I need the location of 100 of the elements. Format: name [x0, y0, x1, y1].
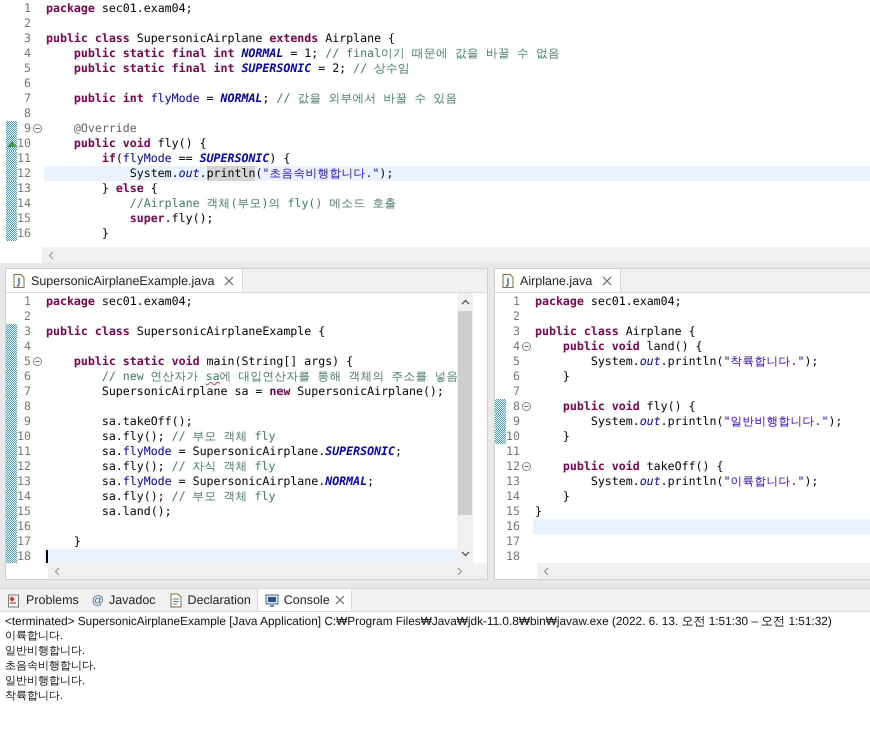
line-number: 17 — [506, 534, 520, 549]
document-icon — [168, 592, 183, 608]
code-line: sa.flyMode = SupersonicAirplane.SUPERSONIC; — [100, 444, 404, 459]
line-number: 9 — [23, 121, 31, 136]
line-number: 2 — [23, 16, 31, 31]
close-icon[interactable] — [224, 276, 234, 286]
console-output-line: 일반비행합니다. — [5, 644, 86, 659]
line-number: 14 — [17, 489, 31, 504]
console-output-line: 일반비행합니다. — [5, 674, 86, 689]
code-line: System.out.println("일반비행합니다."); — [590, 414, 844, 429]
close-icon[interactable] — [334, 595, 345, 605]
line-number: 7 — [23, 91, 31, 106]
line-number: 16 — [17, 519, 31, 534]
line-number: 9 — [512, 414, 520, 429]
line-number: 2 — [23, 309, 31, 324]
code-line: System.out.println("이륙합니다."); — [590, 474, 820, 489]
code-line: if(flyMode == SUPERSONIC) { — [100, 151, 292, 166]
line-number: 12 — [17, 166, 31, 181]
code-line: sa.fly(); // 부모 객체 fly — [100, 429, 276, 444]
line-number: 1 — [23, 1, 31, 16]
code-line: public void fly() { — [72, 136, 208, 151]
collapse-icon[interactable] — [33, 357, 42, 366]
vertical-scrollbar[interactable] — [457, 293, 473, 563]
line-number: 6 — [512, 369, 520, 384]
console-output-line: 착륙합니다. — [5, 689, 64, 704]
line-number: 11 — [17, 151, 31, 166]
collapse-icon[interactable] — [522, 342, 531, 351]
line-number: 9 — [23, 414, 31, 429]
file-icon — [502, 274, 514, 288]
line-number: 1 — [512, 294, 520, 309]
line-number: 17 — [17, 534, 31, 549]
code-line: sa.land(); — [100, 504, 173, 519]
code-line: } — [534, 504, 543, 519]
line-number: 13 — [17, 474, 31, 489]
line-number: 15 — [17, 211, 31, 226]
line-number: 11 — [17, 444, 31, 459]
clipboard-icon — [7, 592, 21, 608]
line-number: 14 — [506, 489, 520, 504]
code-line: public void fly() { — [562, 399, 697, 414]
at-sign-icon: @ — [92, 593, 104, 607]
code-line: } — [562, 489, 571, 504]
close-icon[interactable] — [602, 276, 612, 286]
line-number: 5 — [512, 354, 520, 369]
editor-tab[interactable]: Airplane.java — [495, 269, 622, 292]
code-line: public class SupersonicAirplaneExample { — [45, 324, 326, 339]
scroll-up-icon[interactable] — [460, 299, 470, 305]
line-number: 16 — [506, 519, 520, 534]
code-line: public int flyMode = NORMAL; // 값을 외부에서 바꿀 수 있음 — [72, 91, 458, 106]
line-number: 6 — [23, 76, 31, 91]
line-number: 4 — [512, 339, 520, 354]
collapse-icon[interactable] — [522, 402, 531, 411]
code-line: package sec01.exam04; — [45, 294, 194, 309]
view-tab[interactable]: @ Javadoc — [84, 589, 162, 611]
file-icon — [13, 274, 25, 288]
view-tab[interactable]: Declaration — [162, 589, 257, 611]
code-line: @Override — [72, 121, 138, 136]
code-line: } — [100, 226, 110, 241]
line-number: 18 — [506, 549, 520, 563]
view-tab[interactable]: Console — [256, 589, 352, 611]
scroll-down-icon[interactable] — [460, 551, 470, 557]
scrollbar-thumb[interactable] — [458, 311, 472, 515]
line-number: 3 — [512, 324, 520, 339]
line-number: 10 — [17, 136, 31, 151]
line-number: 12 — [506, 459, 520, 474]
line-number: 15 — [506, 504, 520, 519]
code-line: sa.takeOff(); — [100, 414, 194, 429]
line-number: 4 — [23, 339, 31, 354]
collapse-icon[interactable] — [522, 462, 531, 471]
line-number: 16 — [17, 226, 31, 241]
code-line: sa.flyMode = SupersonicAirplane.NORMAL; — [100, 474, 376, 489]
line-number: 8 — [23, 399, 31, 414]
line-number: 8 — [512, 399, 520, 414]
code-line: } else { — [100, 181, 159, 196]
line-number: 3 — [23, 324, 31, 339]
line-number: 8 — [23, 106, 31, 121]
line-number: 6 — [23, 369, 31, 384]
code-line: System.out.println("착륙합니다."); — [590, 354, 820, 369]
code-line: } — [562, 429, 571, 444]
horizontal-scrollbar[interactable] — [42, 247, 870, 263]
line-number: 5 — [23, 61, 31, 76]
code-line: public class Airplane { — [534, 324, 697, 339]
line-number: 15 — [17, 504, 31, 519]
code-line: sa.fly(); // 부모 객체 fly — [100, 489, 276, 504]
code-line: public void land() { — [562, 339, 704, 354]
horizontal-scrollbar[interactable] — [537, 563, 870, 579]
editor-tab[interactable]: SupersonicAirplaneExample.java — [6, 269, 244, 292]
line-number: 7 — [512, 384, 520, 399]
line-number: 5 — [23, 354, 31, 369]
view-tab[interactable]: Problems — [0, 589, 85, 611]
code-line: public static void main(String[] args) { — [72, 354, 354, 369]
line-number: 12 — [17, 459, 31, 474]
line-number: 10 — [17, 429, 31, 444]
code-line: public static final int SUPERSONIC = 2; // 상수임 — [72, 61, 412, 76]
collapse-icon[interactable] — [33, 124, 42, 133]
line-number: 3 — [23, 31, 31, 46]
line-number: 2 — [512, 309, 520, 324]
monitor-icon — [264, 593, 279, 607]
console-output-line: 초음속비행합니다. — [5, 659, 98, 674]
line-number: 10 — [506, 429, 520, 444]
code-line: //Airplane 객체(부모)의 fly() 메소드 호출 — [128, 196, 398, 211]
